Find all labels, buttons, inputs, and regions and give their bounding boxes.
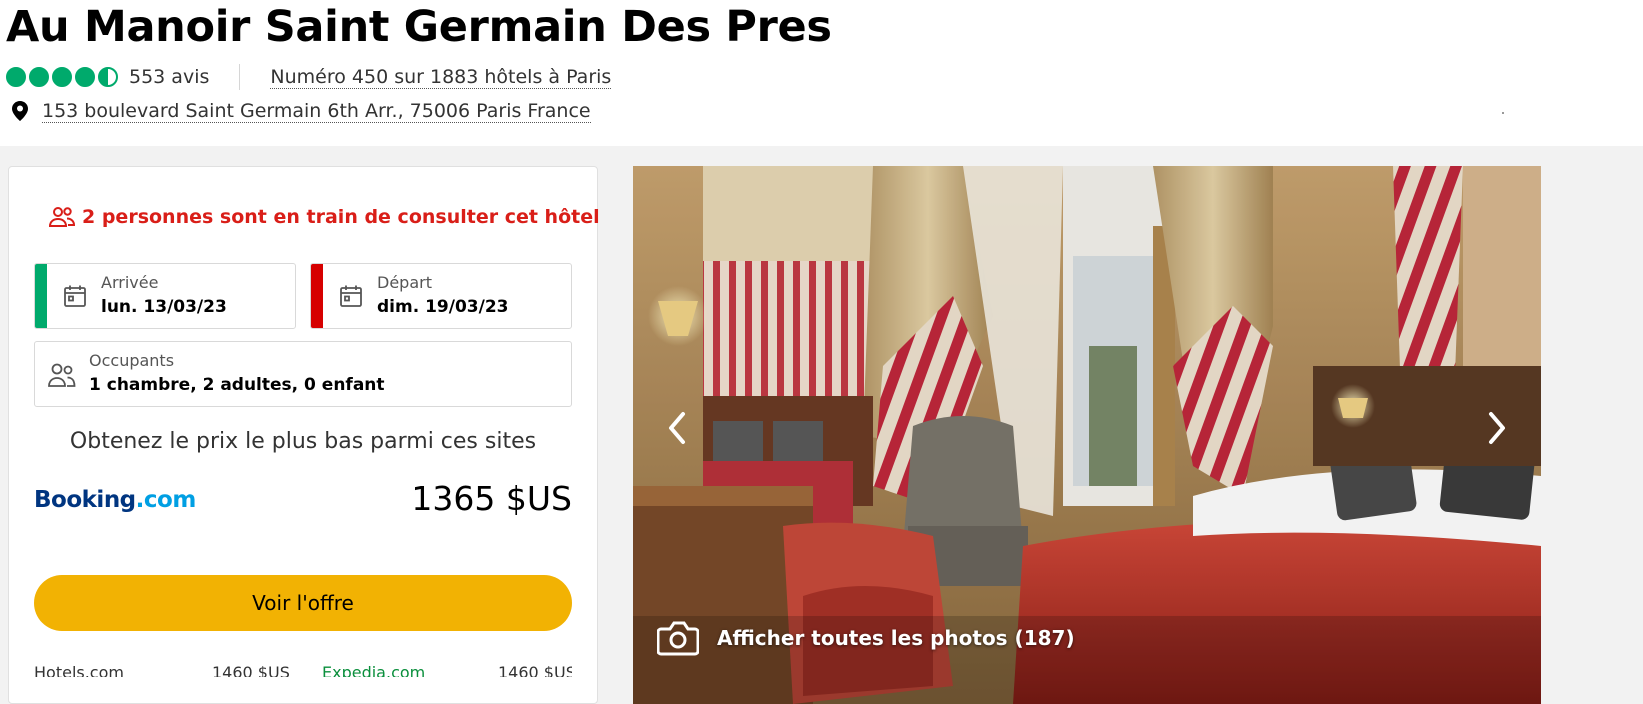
viewers-text: 2 personnes sont en train de consulter c… — [82, 206, 600, 228]
guests-icon — [48, 362, 76, 388]
rating-bubble-full — [29, 67, 49, 87]
divider — [239, 64, 241, 90]
photo-gallery[interactable]: Afficher toutes les photos (187) — [633, 166, 1541, 704]
arrival-value: lun. 13/03/23 — [101, 297, 227, 317]
review-count-link[interactable]: 553 avis — [129, 66, 209, 88]
viewers-notice: 2 personnes sont en train de consulter c… — [49, 205, 600, 229]
arrival-label: Arrivée — [101, 273, 159, 292]
arrival-date-picker[interactable]: Arrivée lun. 13/03/23 — [34, 263, 296, 329]
calendar-icon — [339, 284, 363, 308]
other-offer-price: 1460 $US — [212, 663, 290, 677]
camera-icon — [657, 621, 699, 656]
decorative-dot — [1502, 112, 1504, 114]
chevron-left-icon — [669, 412, 685, 444]
rating-bubble-full — [6, 67, 26, 87]
other-offer-price: 1460 $US — [498, 663, 572, 677]
view-all-photos-button[interactable]: Afficher toutes les photos (187) — [657, 620, 1075, 656]
calendar-icon — [63, 284, 87, 308]
departure-date-picker[interactable]: Départ dim. 19/03/23 — [310, 263, 572, 329]
booking-card: 2 personnes sont en train de consulter c… — [8, 166, 600, 704]
guests-value: 1 chambre, 2 adultes, 0 enfant — [89, 375, 385, 395]
previous-photo-button[interactable] — [641, 392, 713, 464]
hotel-title: Au Manoir Saint Germain Des Pres — [6, 2, 832, 52]
rating-bubble-full — [52, 67, 72, 87]
view-all-photos-label: Afficher toutes les photos (187) — [717, 626, 1075, 650]
address-row: 153 boulevard Saint Germain 6th Arr., 75… — [10, 98, 591, 124]
ranking-link[interactable]: Numéro 450 sur 1883 hôtels à Paris — [270, 66, 612, 89]
provider-price: 1365 $US — [411, 479, 572, 518]
rating-bubble-full — [75, 67, 95, 87]
departure-stripe — [311, 264, 323, 328]
guests-label: Occupants — [89, 351, 175, 370]
people-icon — [49, 205, 75, 229]
provider-row[interactable]: Booking.com 1365 $US — [34, 479, 572, 527]
guests-picker[interactable]: Occupants 1 chambre, 2 adultes, 0 enfant — [34, 341, 572, 407]
departure-label: Départ — [377, 273, 432, 292]
bubble-rating[interactable] — [6, 67, 118, 87]
departure-value: dim. 19/03/23 — [377, 297, 509, 317]
address-link[interactable]: 153 boulevard Saint Germain 6th Arr., 75… — [42, 100, 591, 123]
other-offer-provider[interactable]: Hotels.com — [34, 663, 124, 677]
map-pin-icon — [10, 100, 30, 122]
view-offer-button[interactable]: Voir l'offre — [34, 575, 572, 631]
next-photo-button[interactable] — [1461, 392, 1533, 464]
other-offers-row[interactable]: Hotels.com 1460 $US Expedia.com 1460 $US — [34, 663, 572, 677]
other-offer-provider[interactable]: Expedia.com — [322, 663, 425, 677]
rating-row: 553 avis Numéro 450 sur 1883 hôtels à Pa… — [6, 64, 612, 90]
booking-logo: Booking.com — [34, 487, 196, 513]
rating-bubble-half — [98, 67, 118, 87]
best-price-heading: Obtenez le prix le plus bas parmi ces si… — [69, 429, 537, 454]
arrival-stripe — [35, 264, 47, 328]
chevron-right-icon — [1489, 412, 1505, 444]
